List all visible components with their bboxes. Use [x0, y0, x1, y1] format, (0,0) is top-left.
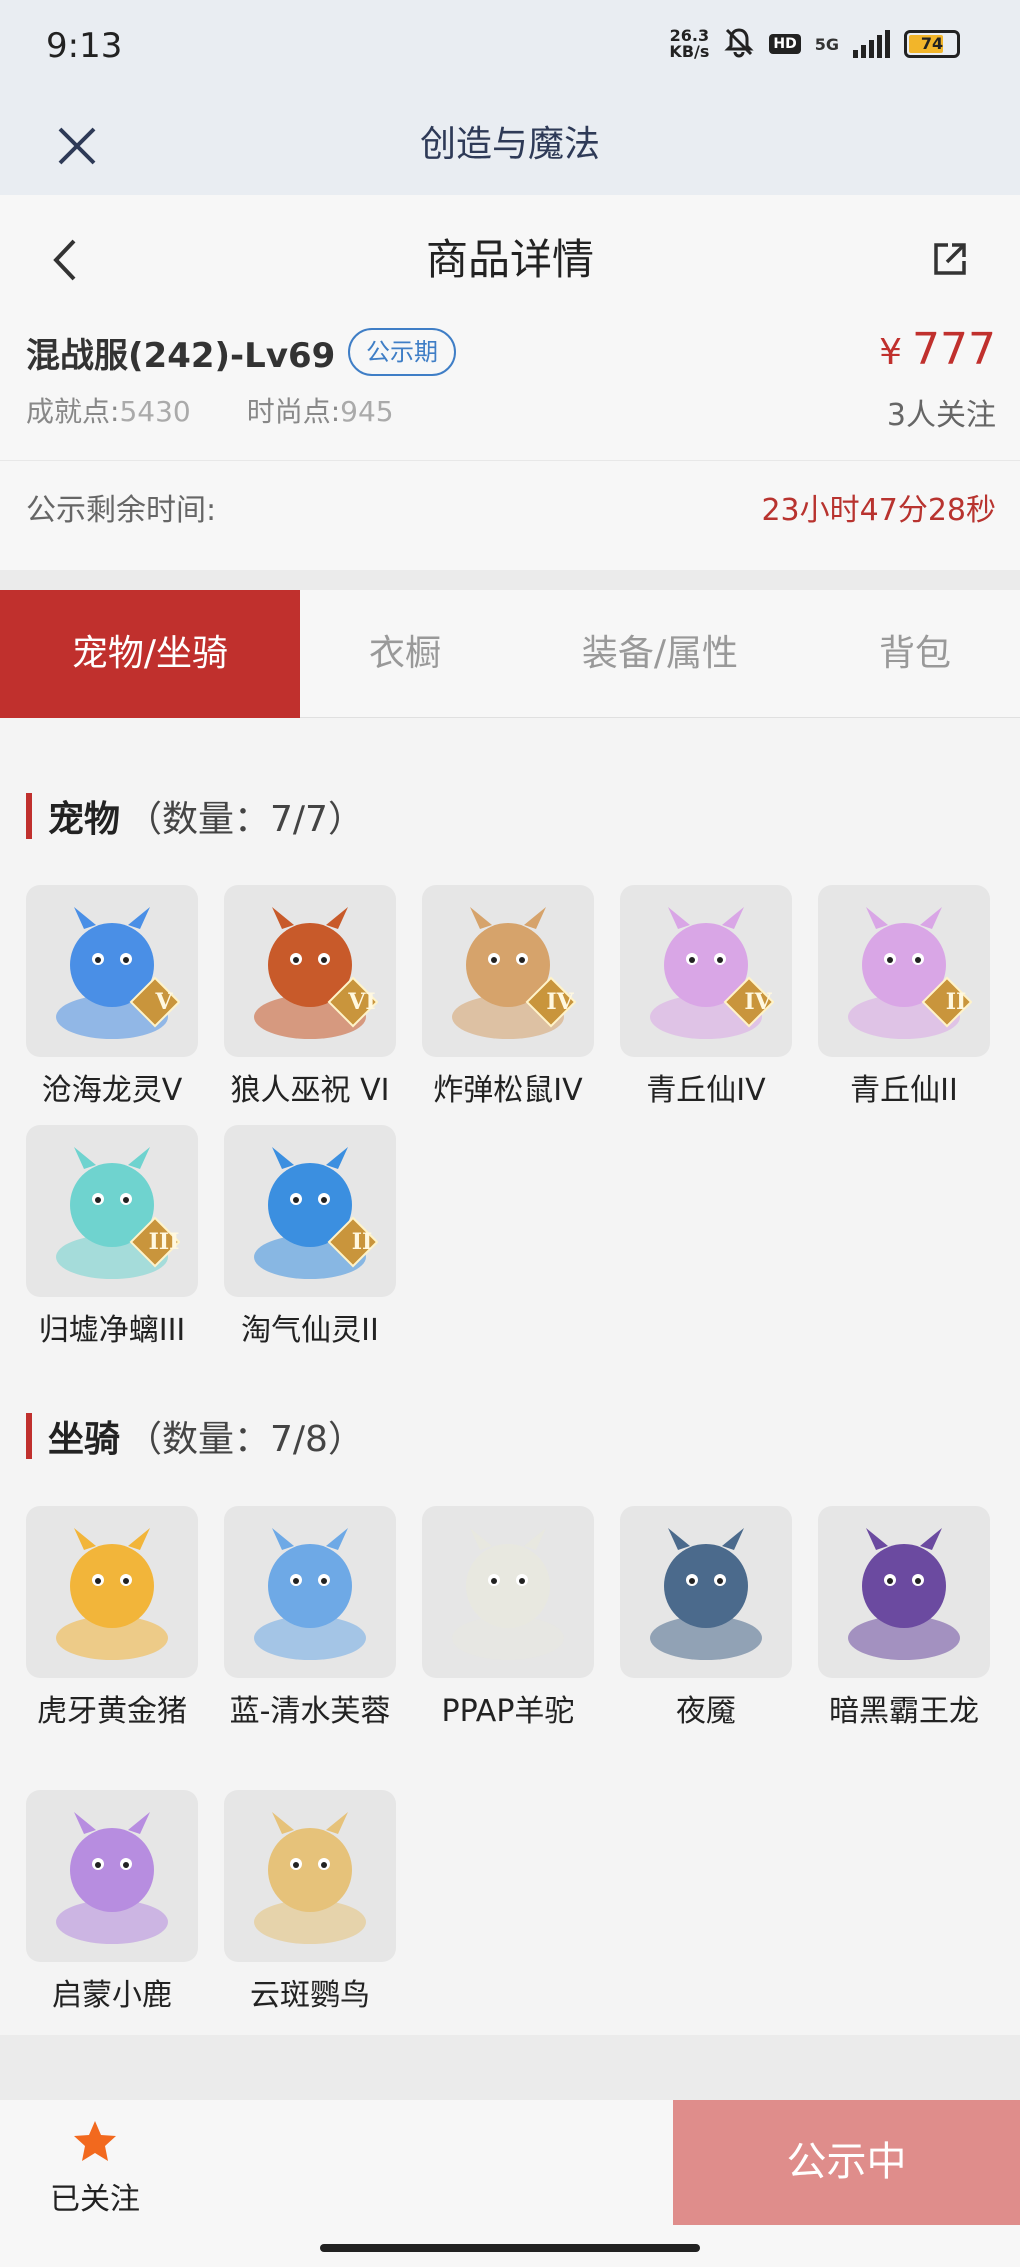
section-accent-bar	[26, 793, 32, 839]
blue-pup-icon: II	[224, 1125, 396, 1297]
mount-name: 夜魇	[676, 1694, 736, 1729]
mount-name: PPAP羊驼	[441, 1694, 575, 1729]
fawn-icon	[26, 1790, 198, 1962]
page-title: 商品详情	[425, 235, 594, 284]
countdown-value: 23小时47分28秒	[761, 493, 996, 528]
mounts-section-title: 坐骑 （数量：7/8）	[26, 1410, 364, 1462]
status-time: 9:13	[46, 26, 123, 66]
status-cta-button[interactable]: 公示中	[673, 2100, 1020, 2225]
bell-muted-icon	[723, 26, 755, 62]
fashion-points: 时尚点:945	[246, 395, 394, 428]
tab-backpack[interactable]: 背包	[810, 590, 1020, 718]
mount-card[interactable]: 暗黑霸王龙	[818, 1506, 990, 1734]
phase-badge: 公示期	[348, 328, 456, 376]
pet-name: 淘气仙灵II	[241, 1313, 379, 1348]
bottom-bar: 已关注 公示中	[0, 2100, 1020, 2267]
section-accent-bar	[26, 1413, 32, 1459]
pet-card[interactable]: IV 青丘仙IV	[620, 885, 792, 1113]
alpaca-icon	[422, 1506, 594, 1678]
mount-name: 启蒙小鹿	[52, 1978, 172, 2013]
pet-card[interactable]: III 归墟净螭III	[26, 1125, 198, 1353]
pet-card[interactable]: VI 狼人巫祝 VI	[224, 885, 396, 1113]
status-icons: 26.3 KB/s HD 5G 74	[669, 26, 960, 62]
achievement-points: 成就点:5430	[26, 395, 191, 428]
tab-bar: 宠物/坐骑 衣橱 装备/属性 背包	[0, 590, 1020, 718]
close-icon[interactable]	[52, 115, 102, 175]
rank-badge: II	[351, 1229, 373, 1255]
pet-name: 炸弹松鼠IV	[433, 1073, 583, 1108]
mount-name: 云斑鹦鸟	[250, 1978, 370, 2013]
rank-badge: II	[945, 989, 967, 1015]
lotus-icon	[224, 1506, 396, 1678]
pet-card[interactable]: II 淘气仙灵II	[224, 1125, 396, 1353]
home-indicator	[320, 2244, 700, 2252]
hd-badge: HD	[769, 34, 801, 54]
pet-name: 沧海龙灵V	[41, 1073, 183, 1108]
rank-badge: IV	[744, 989, 772, 1015]
mount-card[interactable]: 虎牙黄金猪	[26, 1506, 198, 1734]
dark-trex-icon	[818, 1506, 990, 1678]
fox-fairy-icon: II	[818, 885, 990, 1057]
fox-fairy-icon: IV	[620, 885, 792, 1057]
tab-wardrobe[interactable]: 衣橱	[300, 590, 510, 718]
stats-row: 成就点:5430 时尚点:945	[26, 390, 394, 430]
pet-name: 狼人巫祝 VI	[230, 1073, 390, 1108]
mount-card[interactable]: PPAP羊驼	[422, 1506, 594, 1734]
detail-header: 商品详情	[0, 195, 1020, 325]
rank-badge: IV	[546, 989, 574, 1015]
app-bar: 创造与魔法	[0, 95, 1020, 195]
mount-name: 虎牙黄金猪	[37, 1694, 187, 1729]
rank-badge: III	[148, 1229, 180, 1255]
dragon-spirit-icon: V	[26, 885, 198, 1057]
tab-equipment[interactable]: 装备/属性	[510, 590, 810, 718]
watchers-count: 3人关注	[886, 398, 996, 433]
pet-card[interactable]: V 沧海龙灵V	[26, 885, 198, 1113]
listing-info: 混战服(242)-Lv69 公示期 成就点:5430 时尚点:945 ¥777 …	[0, 310, 1020, 460]
battery-icon: 74	[904, 30, 960, 58]
follow-button[interactable]: 已关注	[30, 2118, 160, 2228]
mount-card[interactable]: 云斑鹦鸟	[224, 1790, 396, 2018]
server-name: 混战服(242)-Lv69	[26, 336, 336, 376]
parrot-icon	[224, 1790, 396, 1962]
pet-name: 青丘仙II	[850, 1073, 958, 1108]
back-chevron-icon[interactable]	[46, 235, 86, 285]
countdown-row: 公示剩余时间: 23小时47分28秒	[0, 460, 1020, 570]
net-speed: 26.3 KB/s	[669, 26, 710, 61]
section-gap	[0, 570, 1020, 590]
countdown-label: 公示剩余时间:	[26, 493, 217, 528]
pet-name: 青丘仙IV	[646, 1073, 766, 1108]
share-icon[interactable]	[930, 239, 970, 279]
pet-card[interactable]: IV 炸弹松鼠IV	[422, 885, 594, 1113]
price: ¥777	[879, 324, 996, 375]
nightmare-horse-icon	[620, 1506, 792, 1678]
werewolf-icon: VI	[224, 885, 396, 1057]
mount-name: 蓝-清水芙蓉	[229, 1694, 391, 1729]
signal-icon	[853, 30, 890, 58]
bottom-divider	[0, 2035, 1020, 2100]
mount-card[interactable]: 启蒙小鹿	[26, 1790, 198, 2018]
pet-name: 归墟净螭III	[38, 1313, 186, 1348]
follow-label: 已关注	[50, 2182, 140, 2217]
tab-pets-mounts[interactable]: 宠物/坐骑	[0, 590, 300, 718]
jade-dragon-icon: III	[26, 1125, 198, 1297]
status-bar: 9:13 26.3 KB/s HD 5G 74	[0, 0, 1020, 95]
golden-pig-icon	[26, 1506, 198, 1678]
star-icon	[74, 2121, 116, 2161]
pet-card[interactable]: II 青丘仙II	[818, 885, 990, 1113]
rank-badge: VI	[348, 989, 376, 1015]
rank-badge: V	[155, 989, 173, 1015]
mount-card[interactable]: 夜魇	[620, 1506, 792, 1734]
pets-section-title: 宠物 （数量：7/7）	[26, 790, 364, 842]
network-type: 5G	[814, 34, 839, 54]
squirrel-icon: IV	[422, 885, 594, 1057]
mount-name: 暗黑霸王龙	[829, 1694, 979, 1729]
mount-card[interactable]: 蓝-清水芙蓉	[224, 1506, 396, 1734]
app-title: 创造与魔法	[419, 124, 600, 165]
